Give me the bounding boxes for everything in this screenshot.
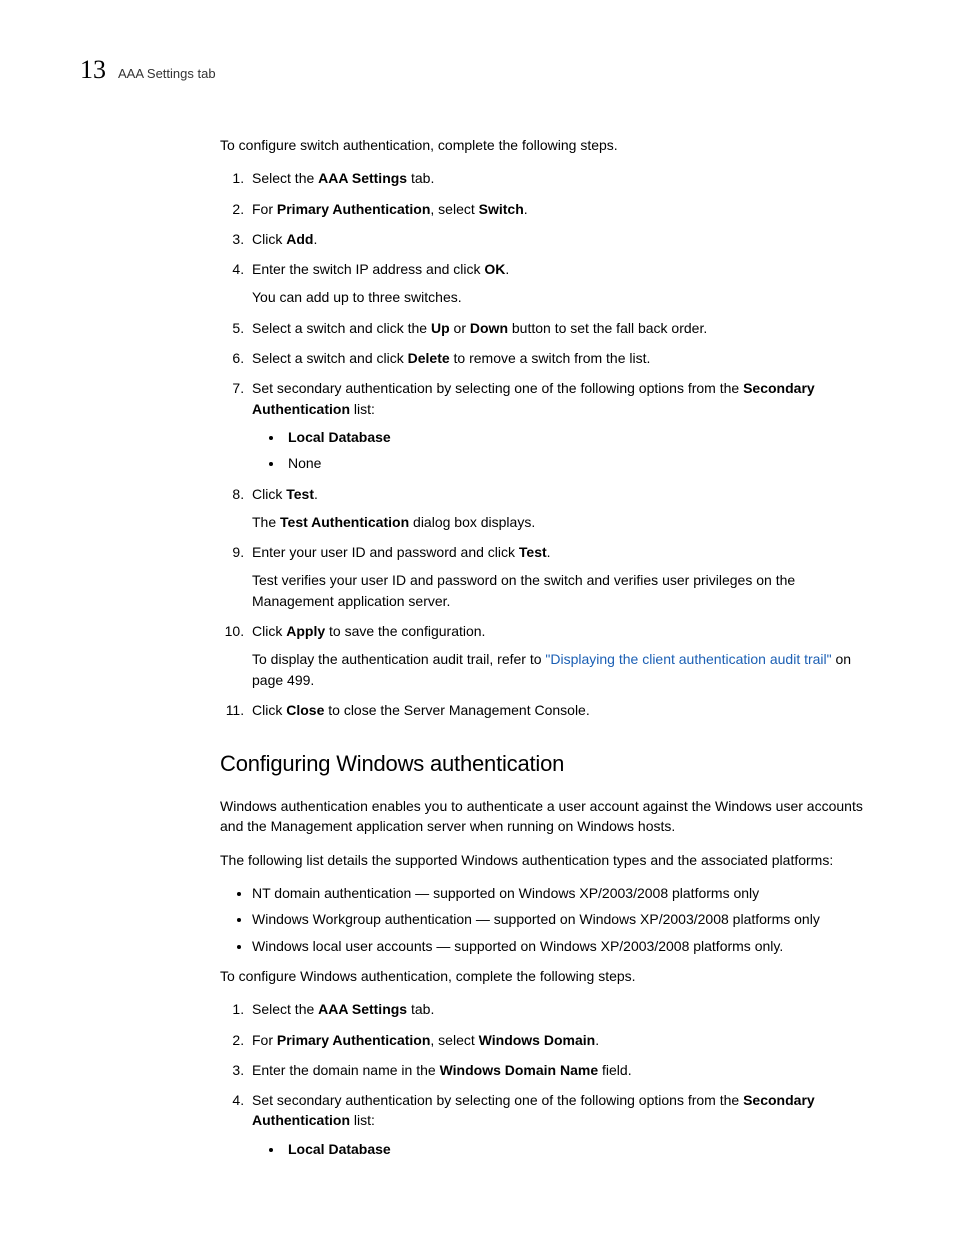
step: Select a switch and click the Up or Down… (248, 318, 874, 338)
ui-bold: Apply (286, 623, 325, 639)
step: Click Apply to save the configuration. T… (248, 621, 874, 690)
step-text: Click (252, 702, 286, 718)
step-sub: You can add up to three switches. (252, 287, 874, 307)
step-text: Enter your user ID and password and clic… (252, 544, 519, 560)
ui-bold: Up (431, 320, 450, 336)
step-text: For (252, 1032, 277, 1048)
ui-bold: Test Authentication (280, 514, 409, 530)
step-text: . (313, 231, 317, 247)
step-text: . (595, 1032, 599, 1048)
step-sub: To display the authentication audit trai… (252, 649, 874, 690)
step-sub: The Test Authentication dialog box displ… (252, 512, 874, 532)
step: Set secondary authentication by selectin… (248, 1090, 874, 1159)
list-item: Windows local user accounts — supported … (252, 936, 874, 956)
step-sub-text: To display the authentication audit trai… (252, 651, 545, 667)
step-text: tab. (407, 1001, 434, 1017)
step: Select the AAA Settings tab. (248, 168, 874, 188)
sub-bullets: Local Database (252, 1139, 874, 1159)
step: Set secondary authentication by selectin… (248, 378, 874, 473)
step-text: Set secondary authentication by selectin… (252, 1092, 743, 1108)
page: 13 AAA Settings tab To configure switch … (0, 0, 954, 1233)
list-item: None (284, 453, 874, 473)
step: Click Test. The Test Authentication dial… (248, 484, 874, 533)
ui-bold: Close (286, 702, 324, 718)
ui-bold: Delete (408, 350, 450, 366)
step-text: to close the Server Management Console. (324, 702, 589, 718)
step: Enter the domain name in the Windows Dom… (248, 1060, 874, 1080)
step-text: , select (430, 201, 478, 217)
step-text: tab. (407, 170, 434, 186)
body-paragraph: The following list details the supported… (220, 850, 874, 870)
step-text: Select the (252, 170, 318, 186)
step-text: Set secondary authentication by selectin… (252, 380, 743, 396)
option-bold: Local Database (288, 429, 391, 445)
running-title: AAA Settings tab (118, 66, 216, 81)
step: Select a switch and click Delete to remo… (248, 348, 874, 368)
step-text: . (314, 486, 318, 502)
list-item: Local Database (284, 1139, 874, 1159)
procedure-list-2: Select the AAA Settings tab. For Primary… (220, 999, 874, 1159)
step-text: Enter the switch IP address and click (252, 261, 484, 277)
body-paragraph: Windows authentication enables you to au… (220, 796, 874, 837)
step-text: Select a switch and click the (252, 320, 431, 336)
step-text: , select (430, 1032, 478, 1048)
step-text: Enter the domain name in the (252, 1062, 440, 1078)
step-sub-text: The (252, 514, 280, 530)
ui-bold: Primary Authentication (277, 1032, 431, 1048)
step: Enter your user ID and password and clic… (248, 542, 874, 611)
step-text: list: (350, 401, 375, 417)
step-sub: Test verifies your user ID and password … (252, 570, 874, 611)
step-text: field. (598, 1062, 631, 1078)
ui-bold: AAA Settings (318, 170, 407, 186)
step-text: list: (350, 1112, 375, 1128)
list-item: Windows Workgroup authentication — suppo… (252, 909, 874, 929)
ui-bold: Down (470, 320, 508, 336)
step-text: Select a switch and click (252, 350, 408, 366)
step: Select the AAA Settings tab. (248, 999, 874, 1019)
step-text: or (450, 320, 470, 336)
list-item: Local Database (284, 427, 874, 447)
step-text: For (252, 201, 277, 217)
step-text: to remove a switch from the list. (450, 350, 651, 366)
option-bold: Local Database (288, 1141, 391, 1157)
ui-bold: Add (286, 231, 313, 247)
step-text: Click (252, 623, 286, 639)
procedure-list-1: Select the AAA Settings tab. For Primary… (220, 168, 874, 720)
page-header: 13 AAA Settings tab (80, 55, 874, 85)
step: For Primary Authentication, select Windo… (248, 1030, 874, 1050)
main-content: To configure switch authentication, comp… (220, 135, 874, 1159)
list-item: NT domain authentication — supported on … (252, 883, 874, 903)
step-text: to save the configuration. (325, 623, 485, 639)
sub-bullets: Local Database None (252, 427, 874, 474)
ui-bold: OK (484, 261, 505, 277)
step: Click Close to close the Server Manageme… (248, 700, 874, 720)
section-heading: Configuring Windows authentication (220, 748, 874, 780)
ui-bold: AAA Settings (318, 1001, 407, 1017)
ui-bold: Test (286, 486, 314, 502)
step-text: button to set the fall back order. (508, 320, 707, 336)
step-text: Click (252, 486, 286, 502)
step-text: . (524, 201, 528, 217)
ui-bold: Windows Domain Name (440, 1062, 599, 1078)
bullet-list: NT domain authentication — supported on … (220, 883, 874, 956)
step-text: Select the (252, 1001, 318, 1017)
step-text: . (505, 261, 509, 277)
step: Enter the switch IP address and click OK… (248, 259, 874, 308)
step-text: Click (252, 231, 286, 247)
cross-ref-link[interactable]: "Displaying the client authentication au… (545, 651, 831, 667)
ui-bold: Switch (479, 201, 524, 217)
ui-bold: Windows Domain (479, 1032, 596, 1048)
step: Click Add. (248, 229, 874, 249)
body-paragraph: To configure Windows authentication, com… (220, 966, 874, 986)
step-text: . (547, 544, 551, 560)
step-sub-text: dialog box displays. (409, 514, 535, 530)
step: For Primary Authentication, select Switc… (248, 199, 874, 219)
chapter-number: 13 (80, 55, 106, 85)
ui-bold: Primary Authentication (277, 201, 431, 217)
intro-paragraph: To configure switch authentication, comp… (220, 135, 874, 155)
ui-bold: Test (519, 544, 547, 560)
